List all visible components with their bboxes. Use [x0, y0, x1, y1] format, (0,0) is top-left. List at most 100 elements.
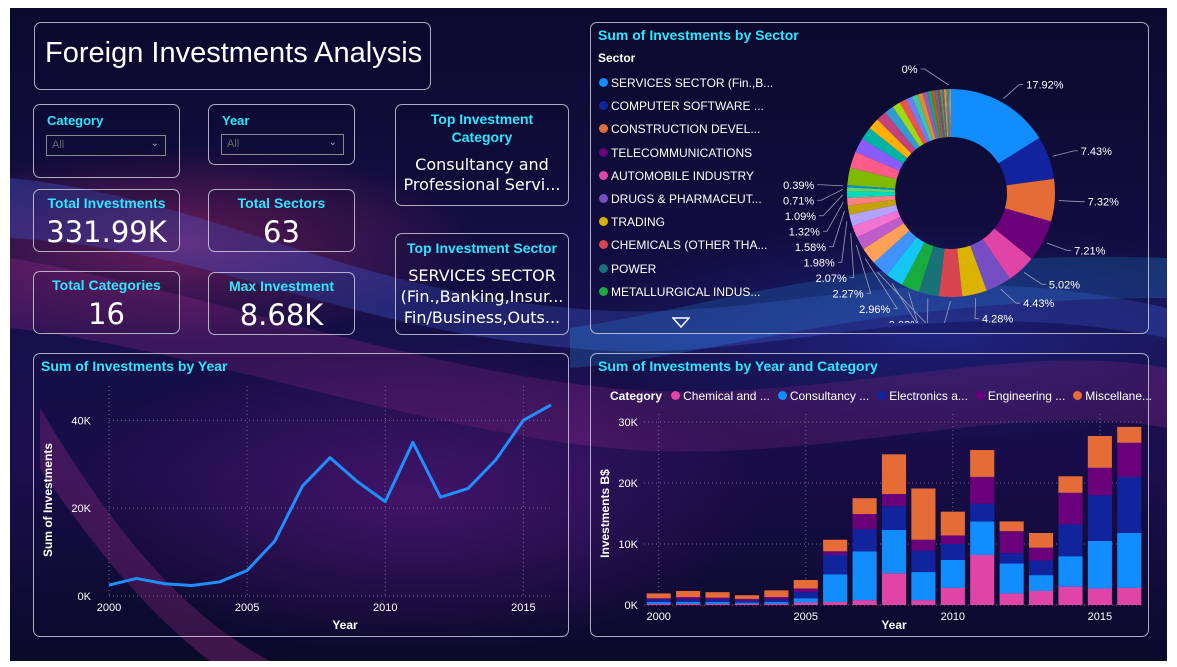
stacked-bar-segment[interactable] — [1058, 492, 1083, 525]
stacked-bar-segment[interactable] — [1087, 467, 1112, 496]
stacked-bar-segment[interactable] — [852, 498, 877, 515]
stacked-bar-segment[interactable] — [705, 599, 730, 602]
year-dropdown[interactable]: All ⌄ — [221, 134, 344, 155]
stacked-bar-segment[interactable] — [1087, 540, 1112, 589]
stacked-bar-segment[interactable] — [881, 506, 907, 530]
caret-down-icon[interactable] — [672, 317, 690, 328]
stacked-bar-segment[interactable] — [734, 602, 759, 604]
stacked-bar-segment[interactable] — [764, 590, 789, 598]
sector-legend-item[interactable]: CONSTRUCTION DEVEL... — [599, 122, 760, 136]
stacked-bar-segment[interactable] — [881, 529, 907, 574]
stacked-bar-segment[interactable] — [823, 539, 848, 552]
stacked-bar-segment[interactable] — [881, 573, 907, 605]
stacked-bar-segment[interactable] — [705, 603, 730, 605]
stacked-bar-segment[interactable] — [646, 593, 671, 599]
sector-legend-item[interactable]: DRUGS & PHARMACEUT... — [599, 192, 762, 206]
stacked-bar-segment[interactable] — [705, 597, 730, 600]
stacked-bar-segment[interactable] — [1087, 495, 1112, 541]
stacked-bar-segment[interactable] — [793, 579, 818, 589]
stacked-bar-segment[interactable] — [911, 550, 936, 573]
stacked-bar-segment[interactable] — [852, 529, 877, 552]
stacked-bar-segment[interactable] — [823, 554, 848, 575]
sector-legend-item[interactable]: POWER — [599, 262, 656, 276]
stacked-bar-segment[interactable] — [705, 601, 730, 604]
sector-legend-item[interactable]: TELECOMMUNICATIONS — [599, 146, 752, 160]
sector-legend-item[interactable]: METALLURGICAL INDUS... — [599, 285, 760, 299]
stacked-bar-segment[interactable] — [1029, 560, 1054, 576]
stacked-bar-segment[interactable] — [1029, 533, 1054, 548]
stacked-bar-segment[interactable] — [764, 597, 789, 600]
stacked-bar-segment[interactable] — [1029, 575, 1054, 591]
stacked-bar-segment[interactable] — [646, 598, 671, 600]
stacked-bar-segment[interactable] — [646, 599, 671, 602]
stacked-bar-segment[interactable] — [970, 503, 995, 522]
stacked-bar-segment[interactable] — [1117, 533, 1142, 588]
stacked-bar-segment[interactable] — [1117, 476, 1142, 534]
stacked-bar-segment[interactable] — [852, 514, 877, 530]
stacked-bar-segment[interactable] — [823, 601, 848, 605]
stacked-bar-segment[interactable] — [999, 563, 1024, 594]
stacked-bar-segment[interactable] — [734, 595, 759, 599]
stacked-bar-segment[interactable] — [676, 590, 701, 598]
stacked-bar-segment[interactable] — [940, 511, 965, 536]
stacked-bar-segment[interactable] — [793, 602, 818, 605]
sector-legend-item[interactable]: SERVICES SECTOR (Fin.,B... — [599, 76, 773, 90]
stacked-bar-segment[interactable] — [1117, 426, 1142, 443]
stacked-bar-segment[interactable] — [764, 601, 789, 604]
top-sector-card: Top Investment Sector SERVICES SECTOR (F… — [395, 233, 569, 335]
stacked-bar-segment[interactable] — [1058, 556, 1083, 587]
stacked-bar-segment[interactable] — [764, 599, 789, 602]
stacked-bar-segment[interactable] — [999, 593, 1024, 605]
stacked-bar-segment[interactable] — [881, 493, 907, 507]
stacked-bar-segment[interactable] — [793, 592, 818, 599]
stacked-bar-segment[interactable] — [1087, 436, 1112, 468]
stacked-bar-segment[interactable] — [852, 551, 877, 601]
stacked-bar-segment[interactable] — [676, 597, 701, 600]
stacked-bar-segment[interactable] — [646, 603, 671, 605]
sector-legend-item[interactable]: TRADING — [599, 215, 665, 229]
category-dropdown[interactable]: All ⌄ — [46, 135, 166, 156]
stacked-bar-segment[interactable] — [764, 603, 789, 605]
stacked-bar-segment[interactable] — [1117, 587, 1142, 605]
stacked-bar-segment[interactable] — [999, 553, 1024, 564]
stacked-bar-segment[interactable] — [1029, 590, 1054, 605]
sector-legend-item[interactable]: CHEMICALS (OTHER THA... — [599, 238, 767, 252]
stacked-bar-segment[interactable] — [999, 531, 1024, 554]
stacked-bar-segment[interactable] — [940, 587, 965, 605]
stacked-bar-segment[interactable] — [999, 521, 1024, 532]
stacked-bar-segment[interactable] — [734, 598, 759, 601]
stacked-bar-segment[interactable] — [1087, 588, 1112, 605]
stacked-bar-segment[interactable] — [911, 600, 936, 605]
stacked-bar-segment[interactable] — [940, 544, 965, 560]
stacked-bar-segment[interactable] — [646, 601, 671, 604]
stacked-bar-segment[interactable] — [793, 588, 818, 593]
stacked-bar-segment[interactable] — [911, 488, 936, 540]
stacked-bar-segment[interactable] — [1058, 586, 1083, 605]
stacked-bar-segment[interactable] — [676, 599, 701, 602]
stacked-bar-segment[interactable] — [676, 603, 701, 605]
stacked-bar-segment[interactable] — [940, 559, 965, 588]
stacked-bar-segment[interactable] — [970, 476, 995, 504]
stacked-bar-segment[interactable] — [705, 592, 730, 598]
stacked-bar-segment[interactable] — [734, 603, 759, 605]
stacked-bar-segment[interactable] — [1029, 547, 1054, 561]
sector-legend-item[interactable]: COMPUTER SOFTWARE ... — [599, 99, 764, 113]
stacked-bar-segment[interactable] — [1058, 524, 1083, 557]
stacked-bar-segment[interactable] — [676, 601, 701, 604]
stacked-bar-segment[interactable] — [823, 551, 848, 555]
stacked-bar-segment[interactable] — [852, 600, 877, 605]
stacked-bar-segment[interactable] — [1058, 476, 1083, 493]
stacked-bar-segment[interactable] — [970, 521, 995, 555]
stacked-bar-segment[interactable] — [1117, 442, 1142, 477]
sector-legend-item[interactable]: AUTOMOBILE INDUSTRY — [599, 169, 754, 183]
stacked-bar-segment[interactable] — [911, 539, 936, 551]
stacked-bar-segment[interactable] — [940, 535, 965, 544]
stacked-bar-segment[interactable] — [793, 598, 818, 603]
stacked-bar-segment[interactable] — [911, 572, 936, 601]
stacked-bar-segment[interactable] — [881, 454, 907, 494]
line-series[interactable] — [108, 403, 552, 587]
stacked-bar-segment[interactable] — [970, 450, 995, 477]
stacked-bar-segment[interactable] — [734, 600, 759, 603]
stacked-bar-segment[interactable] — [823, 574, 848, 602]
stacked-bar-segment[interactable] — [970, 554, 995, 605]
